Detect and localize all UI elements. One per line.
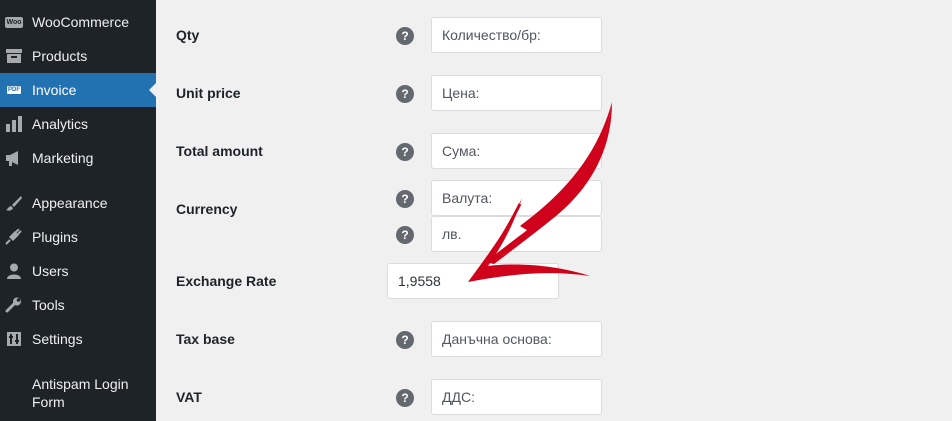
sidebar-item-label: Marketing	[32, 150, 94, 166]
sidebar-item-label: Plugins	[32, 229, 78, 245]
qty-field[interactable]: Количество/бр:	[431, 17, 602, 53]
brush-icon	[4, 193, 24, 213]
tax-base-field[interactable]: Данъчна основа:	[431, 321, 602, 357]
help-icon[interactable]: ?	[396, 389, 414, 407]
sidebar-item-label: Settings	[32, 331, 83, 347]
exchange-rate-label: Exchange Rate	[176, 273, 277, 289]
woocommerce-icon: Woo	[5, 16, 23, 28]
analytics-icon	[4, 114, 24, 134]
products-icon	[4, 46, 24, 66]
sidebar-item-label: Antispam Login Form	[32, 376, 129, 410]
sidebar-item-label: Products	[32, 48, 88, 64]
help-icon[interactable]: ?	[396, 226, 414, 244]
sidebar-item-settings[interactable]: Settings	[0, 322, 156, 356]
sidebar-item-marketing[interactable]: Marketing	[0, 141, 156, 175]
sidebar-item-appearance[interactable]: Appearance	[0, 186, 156, 220]
vat-label: VAT	[176, 389, 202, 405]
sidebar-item-invoice[interactable]: PDF Invoice	[0, 73, 157, 107]
qty-label: Qty	[176, 27, 200, 43]
total-amount-field[interactable]: Сума:	[431, 133, 602, 169]
sidebar-item-analytics[interactable]: Analytics	[0, 107, 156, 141]
vat-field[interactable]: ДДС:	[431, 379, 602, 415]
help-icon[interactable]: ?	[396, 85, 414, 103]
tax-base-label: Tax base	[176, 331, 235, 347]
help-icon[interactable]: ?	[396, 27, 414, 45]
megaphone-icon	[4, 148, 24, 168]
help-icon[interactable]: ?	[396, 190, 414, 208]
exchange-rate-field[interactable]: 1,9558	[387, 263, 559, 299]
sidebar-item-tools[interactable]: Tools	[0, 288, 156, 322]
sidebar-item-label: Users	[32, 263, 69, 279]
currency-label-field[interactable]: Валута:	[431, 180, 602, 216]
admin-sidebar: Woo WooCommerce Products PDF Invoice Ana…	[0, 0, 157, 421]
unit-price-field[interactable]: Цена:	[431, 75, 602, 111]
sidebar-item-label: Analytics	[32, 116, 89, 132]
unit-price-label: Unit price	[176, 85, 241, 101]
help-icon[interactable]: ?	[396, 143, 414, 161]
sidebar-item-antispam-login-form[interactable]: Antispam Login Form	[0, 370, 156, 418]
wrench-icon	[4, 295, 24, 315]
sidebar-item-products[interactable]: Products	[0, 39, 156, 73]
sidebar-item-label: Invoice	[32, 82, 77, 98]
total-amount-label: Total amount	[176, 143, 263, 159]
sidebar-item-label: Appearance	[32, 195, 108, 211]
sidebar-item-plugins[interactable]: Plugins	[0, 220, 156, 254]
sidebar-item-label: WooCommerce	[32, 14, 129, 30]
sidebar-item-label: Tools	[32, 297, 65, 313]
help-icon[interactable]: ?	[396, 331, 414, 349]
plugin-icon	[4, 227, 24, 247]
user-icon	[4, 261, 24, 281]
sidebar-item-users[interactable]: Users	[0, 254, 156, 288]
sidebar-item-woocommerce[interactable]: Woo WooCommerce	[0, 5, 156, 39]
currency-symbol-field[interactable]: лв.	[431, 216, 602, 252]
pdf-icon: PDF	[7, 86, 21, 94]
settings-icon	[4, 329, 24, 349]
currency-label: Currency	[176, 201, 238, 217]
